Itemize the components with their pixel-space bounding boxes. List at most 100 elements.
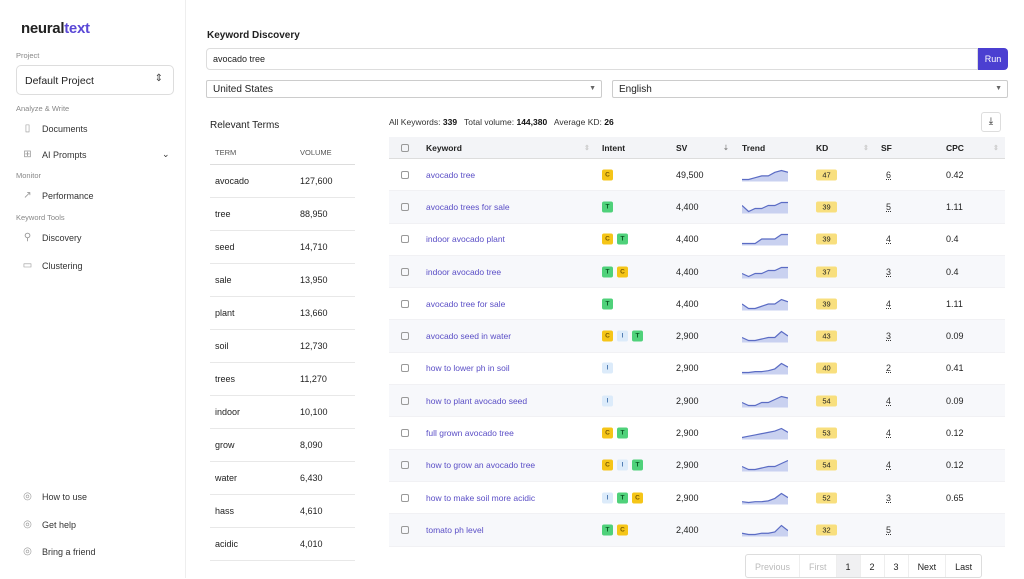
keyword-link[interactable]: how to make soil more acidic xyxy=(426,493,535,503)
sidebar-bring-friend[interactable]: ◎ Bring a friend xyxy=(22,546,95,557)
page-2-button[interactable]: 2 xyxy=(861,555,885,577)
keyword-link[interactable]: indoor avocado plant xyxy=(426,234,505,244)
key-icon: ⚲ xyxy=(23,232,32,243)
table-row: tomato ph level TC 2,400 32 5 xyxy=(389,514,1005,547)
intent-badges: TC xyxy=(602,266,632,278)
logo[interactable]: neuraltext xyxy=(21,20,90,37)
header-sv[interactable]: SV xyxy=(676,143,687,153)
project-label: Project xyxy=(16,51,40,60)
serp-features-link[interactable]: 4 xyxy=(886,396,891,406)
dropdown-arrow-icon: ▼ xyxy=(589,85,596,92)
row-checkbox[interactable] xyxy=(401,299,409,308)
serp-features-link[interactable]: 5 xyxy=(886,202,891,212)
term-volume: 13,660 xyxy=(300,308,328,318)
keyword-link[interactable]: avocado tree for sale xyxy=(426,299,505,309)
serp-features-link[interactable]: 4 xyxy=(886,234,891,244)
row-checkbox[interactable] xyxy=(401,235,409,244)
serp-features-link[interactable]: 4 xyxy=(886,299,891,309)
keyword-link[interactable]: tomato ph level xyxy=(426,525,484,535)
table-row: avocado tree for sale T 4,400 39 4 1.11 xyxy=(389,288,1005,321)
keyword-link[interactable]: full grown avocado tree xyxy=(426,428,514,438)
serp-features-link[interactable]: 6 xyxy=(886,170,891,180)
sidebar: neuraltext Project Default Project ⇕ Anal… xyxy=(0,0,186,578)
serp-features-link[interactable]: 3 xyxy=(886,267,891,277)
row-checkbox[interactable] xyxy=(401,429,409,438)
download-button[interactable]: ⤓ xyxy=(981,112,1001,132)
term-row: hass 4,610 xyxy=(210,495,355,528)
keyword-link[interactable]: avocado trees for sale xyxy=(426,202,510,212)
header-sf[interactable]: SF xyxy=(881,143,892,153)
term-row: avocado 127,600 xyxy=(210,165,355,198)
page-1-button[interactable]: 1 xyxy=(836,555,861,577)
cpc-value: 0.65 xyxy=(946,492,964,503)
first-page-button[interactable]: First xyxy=(800,555,837,577)
sidebar-item-performance[interactable]: ↗ Performance xyxy=(22,190,93,201)
language-select[interactable]: English ▼ xyxy=(612,80,1008,98)
sort-icon[interactable]: ⇕ xyxy=(584,144,590,152)
keyword-link[interactable]: how to lower ph in soil xyxy=(426,363,510,373)
row-checkbox[interactable] xyxy=(401,461,409,470)
sidebar-item-documents[interactable]: ▯ Documents xyxy=(22,123,88,134)
kd-badge: 47 xyxy=(816,169,837,181)
sidebar-item-ai-prompts[interactable]: ⊞ AI Prompts xyxy=(22,149,87,160)
keyword-link[interactable]: how to plant avocado seed xyxy=(426,396,527,406)
header-keyword[interactable]: Keyword xyxy=(426,143,462,153)
keyword-table: Keyword ⇕ Intent SV ⇣ Trend KD ⇕ SF CPC … xyxy=(389,137,1005,547)
term: trees xyxy=(215,374,236,384)
intent-badge: T xyxy=(617,492,628,504)
row-checkbox[interactable] xyxy=(401,525,409,534)
keyword-link[interactable]: indoor avocado tree xyxy=(426,267,501,277)
sort-icon[interactable]: ⇕ xyxy=(863,144,869,152)
row-checkbox[interactable] xyxy=(401,202,409,211)
keyword-link[interactable]: how to grow an avocado tree xyxy=(426,460,535,470)
dropdown-arrow-icon: ▼ xyxy=(995,85,1002,92)
table-row: full grown avocado tree CT 2,900 53 4 0.… xyxy=(389,417,1005,450)
footer-label: How to use xyxy=(42,491,88,502)
row-checkbox[interactable] xyxy=(401,332,409,341)
last-page-button[interactable]: Last xyxy=(946,555,981,577)
sort-icon[interactable]: ⇕ xyxy=(993,144,999,152)
row-checkbox[interactable] xyxy=(401,493,409,502)
previous-page-button[interactable]: Previous xyxy=(746,555,801,577)
keyword-link[interactable]: avocado tree xyxy=(426,170,475,180)
page-3-button[interactable]: 3 xyxy=(885,555,909,577)
next-page-button[interactable]: Next xyxy=(909,555,947,577)
project-select[interactable]: Default Project ⇕ xyxy=(16,65,174,95)
table-row: how to grow an avocado tree CIT 2,900 54… xyxy=(389,449,1005,482)
intent-badges: T xyxy=(602,298,617,310)
cpc-value: 0.12 xyxy=(946,428,964,439)
serp-features-link[interactable]: 4 xyxy=(886,460,891,470)
serp-features-link[interactable]: 3 xyxy=(886,331,891,341)
row-checkbox[interactable] xyxy=(401,364,409,373)
select-all-checkbox[interactable] xyxy=(401,143,409,152)
sidebar-item-label: AI Prompts xyxy=(42,149,87,160)
row-checkbox[interactable] xyxy=(401,170,409,179)
search-volume: 4,400 xyxy=(676,201,699,212)
term-volume: 8,090 xyxy=(300,440,323,450)
serp-features-link[interactable]: 2 xyxy=(886,363,891,373)
sidebar-item-discovery[interactable]: ⚲ Discovery xyxy=(22,232,82,243)
run-button[interactable]: Run xyxy=(978,48,1008,70)
sidebar-get-help[interactable]: ◎ Get help xyxy=(22,519,76,530)
sidebar-item-clustering[interactable]: ▭ Clustering xyxy=(22,260,83,271)
row-checkbox[interactable] xyxy=(401,396,409,405)
keyword-link[interactable]: avocado seed in water xyxy=(426,331,511,341)
row-checkbox[interactable] xyxy=(401,267,409,276)
serp-features-link[interactable]: 5 xyxy=(886,525,891,535)
sort-desc-icon[interactable]: ⇣ xyxy=(723,144,729,152)
serp-features-link[interactable]: 4 xyxy=(886,428,891,438)
trend-sparkline xyxy=(742,234,788,246)
header-cpc[interactable]: CPC xyxy=(946,143,964,153)
term-row: seed 14,710 xyxy=(210,231,355,264)
relevant-terms-title: Relevant Terms xyxy=(210,120,280,131)
sidebar-how-to-use[interactable]: ◎ How to use xyxy=(22,491,87,502)
chevron-down-icon[interactable]: ⌄ xyxy=(162,149,170,160)
search-input[interactable]: avocado tree xyxy=(206,48,978,70)
serp-features-link[interactable]: 3 xyxy=(886,493,891,503)
intent-badge: C xyxy=(602,427,613,439)
country-select[interactable]: United States ▼ xyxy=(206,80,602,98)
stat-label: Average KD: xyxy=(553,117,602,127)
document-icon: ▯ xyxy=(24,123,31,134)
header-kd[interactable]: KD xyxy=(816,143,828,153)
section-keyword-tools: Keyword Tools xyxy=(16,213,65,222)
